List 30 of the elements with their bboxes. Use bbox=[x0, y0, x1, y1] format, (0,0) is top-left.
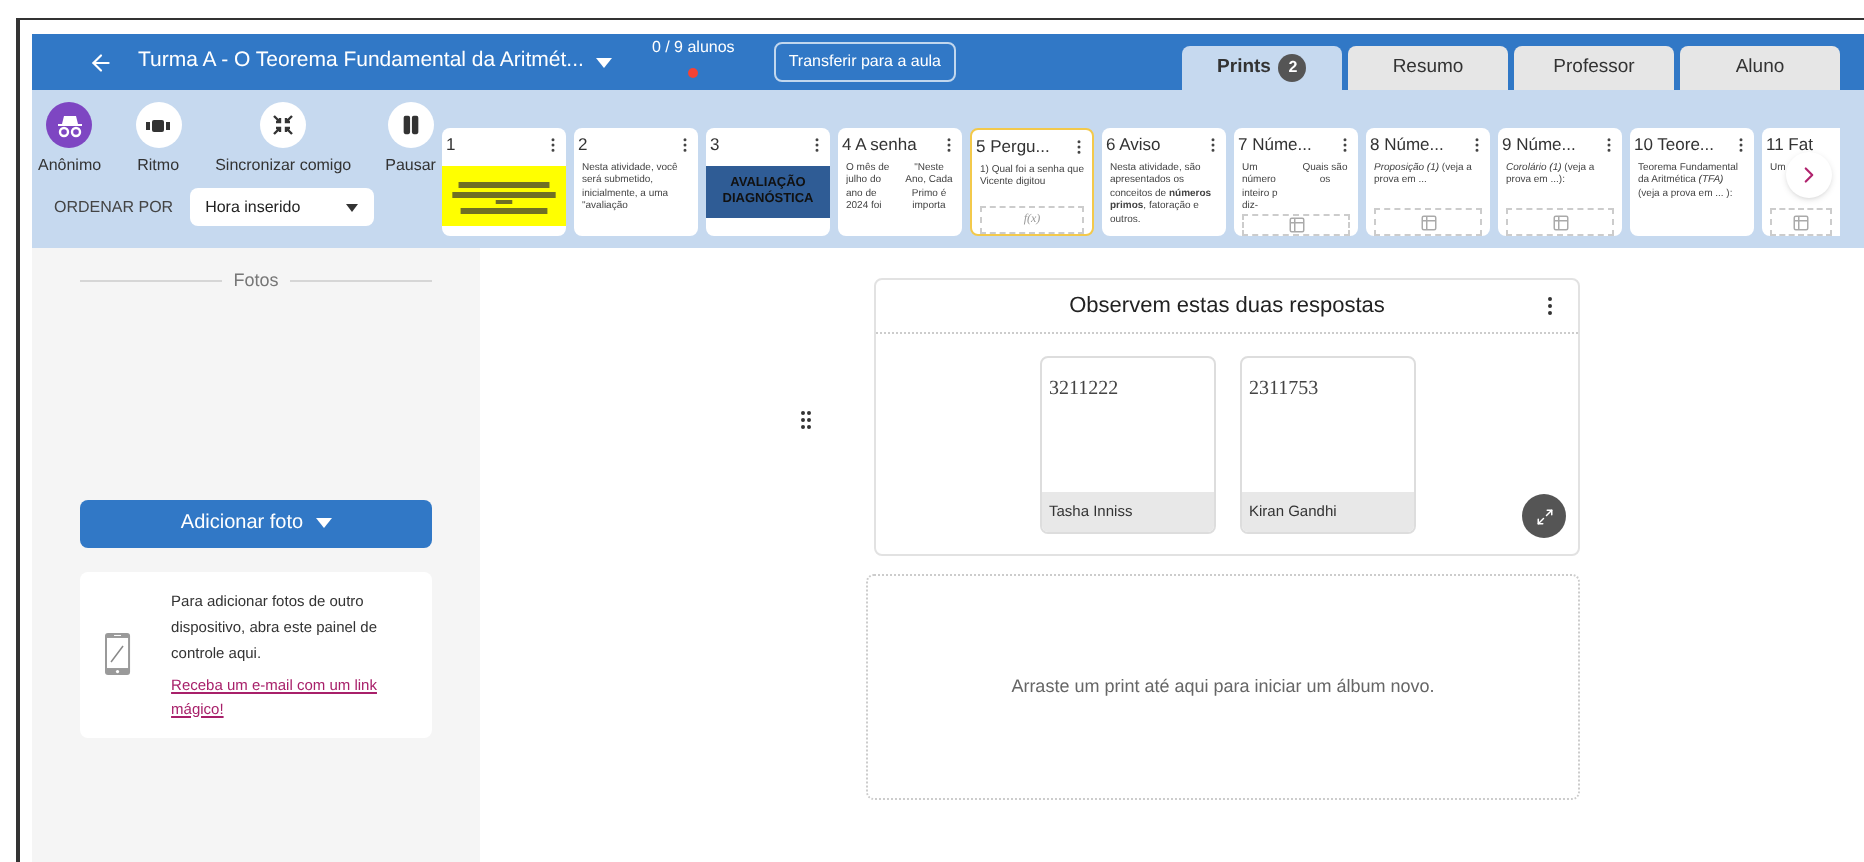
slide-title: 9 Núme... bbox=[1502, 132, 1576, 158]
answer-text: 3211222 bbox=[1047, 376, 1121, 404]
slide-title: 6 Aviso bbox=[1106, 132, 1161, 158]
answer-text: 2311753 bbox=[1247, 376, 1321, 404]
slide-title: 1 bbox=[446, 132, 456, 158]
toolbar-button[interactable]: Sincronizar comigo bbox=[215, 102, 352, 178]
slide-title: 10 Teore... bbox=[1634, 132, 1715, 158]
slide-title: 2 bbox=[578, 132, 588, 158]
tab[interactable]: Resumo bbox=[1348, 46, 1508, 90]
slide-title: 7 Núme... bbox=[1238, 132, 1312, 158]
slide-title: 3 bbox=[710, 132, 720, 158]
slide-card[interactable]: 1 bbox=[442, 128, 566, 236]
album-title: Observem estas duas respostas bbox=[1069, 291, 1385, 322]
toolbar-button[interactable]: Anônimo bbox=[38, 102, 102, 178]
tab[interactable]: Prints 2 bbox=[1182, 46, 1342, 90]
slide-title: 5 Pergu... bbox=[976, 134, 1050, 160]
slide-title: 4 A senha bbox=[842, 132, 917, 158]
slide-title: 8 Núme... bbox=[1370, 132, 1444, 158]
slide-title: 11 Fat bbox=[1766, 132, 1813, 158]
sort-label: ORDENAR POR bbox=[54, 195, 174, 219]
transfer-button[interactable]: Transferir para a aula bbox=[774, 42, 955, 82]
tab[interactable]: Aluno bbox=[1680, 46, 1840, 90]
tab[interactable]: Professor bbox=[1514, 46, 1674, 90]
count-badge: 2 bbox=[1278, 54, 1307, 82]
sort-select[interactable]: Hora inserido bbox=[189, 188, 374, 226]
add-photo-button[interactable]: Adicionar foto bbox=[80, 499, 432, 547]
class-title[interactable]: Turma A - O Teorema Fundamental da Aritmét... bbox=[138, 46, 584, 78]
drop-zone[interactable]: Arraste um print até aqui para iniciar um álbum novo. bbox=[866, 574, 1580, 800]
student-count: 0 / 9 alunos bbox=[651, 35, 735, 59]
section-title: Fotos bbox=[233, 268, 279, 294]
